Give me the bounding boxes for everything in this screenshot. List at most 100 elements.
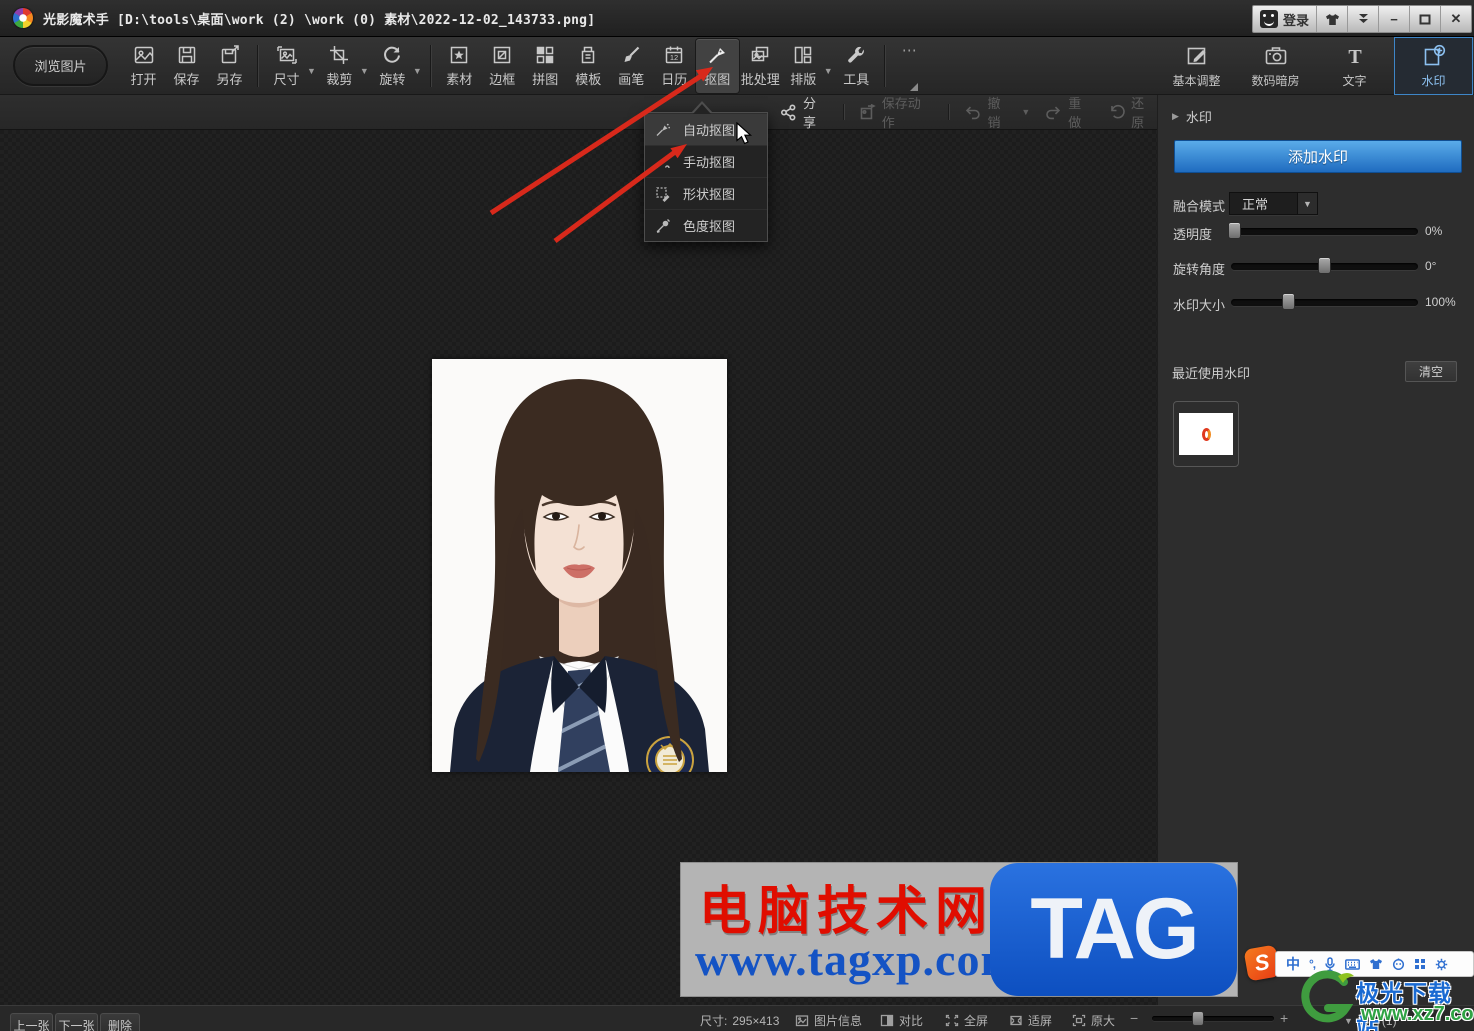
size-value: 100% [1425,295,1456,309]
toolbar-item-size[interactable]: 尺寸 [265,39,308,93]
opacity-slider[interactable] [1231,228,1418,235]
blend-mode-value: 正常 [1230,194,1297,213]
undo-button[interactable]: 撤销 ▼ [964,93,1031,131]
next-image-button[interactable]: 下一张 [55,1013,98,1031]
fullscreen-button[interactable]: 全屏 [945,1012,988,1029]
rotate-dropdown-caret[interactable]: ▼ [413,66,422,76]
watermark-icon [1421,43,1447,69]
close-button[interactable]: ✕ [1440,6,1471,32]
actionbar-separator [843,104,845,120]
photo-preview[interactable] [432,359,727,772]
more-ellipsis-icon: ⋯ [902,41,918,59]
toolbar-item-save-as[interactable]: 另存 [208,39,251,93]
blend-mode-label: 融合模式 [1173,196,1225,215]
blend-mode-select[interactable]: 正常 ▼ [1229,192,1318,215]
clear-recent-button[interactable]: 清空 [1405,361,1457,382]
minimize-button[interactable]: − [1378,6,1409,32]
size-slider-thumb[interactable] [1282,293,1295,310]
opacity-label: 透明度 [1173,224,1212,243]
undo-dropdown-caret[interactable]: ▼ [1021,107,1030,117]
add-watermark-button[interactable]: 添加水印 [1174,140,1462,173]
auto-cutout-icon [655,122,671,138]
frame-icon [490,43,514,67]
toolbar-item-open[interactable]: 打开 [122,39,165,93]
toolbar-separator [884,45,886,87]
toolbar-item-rotate[interactable]: 旋转 [371,39,414,93]
compare-button[interactable]: 对比 [880,1012,923,1029]
rotation-slider[interactable] [1231,263,1418,270]
actual-size-button[interactable]: 原大 [1072,1012,1115,1029]
toolbar-item-calendar[interactable]: 12 日历 [653,39,696,93]
skin-button[interactable] [1316,6,1347,32]
delete-image-button[interactable]: 删除 [100,1013,140,1031]
resize-icon [275,43,299,67]
crop-dropdown-caret[interactable]: ▼ [360,66,369,76]
browse-images-button[interactable]: 浏览图片 [13,45,108,86]
toolbar-item-crop[interactable]: 裁剪 [318,39,361,93]
menu-item-shape-cutout[interactable]: 形状抠图 [645,177,767,209]
layout-icon [791,43,815,67]
restore-button[interactable]: 还原 [1108,93,1157,131]
actionbar-separator [948,104,950,120]
chevron-down-icon[interactable]: ▼ [1297,193,1317,214]
toolbar-item-template[interactable]: 模板 [567,39,610,93]
maximize-button[interactable] [1409,6,1440,32]
menu-item-auto-cutout[interactable]: 自动抠图 [645,113,767,145]
toolbar-item-material[interactable]: 素材 [438,39,481,93]
opacity-slider-thumb[interactable] [1228,222,1241,239]
toolbar-item-brush[interactable]: 画笔 [610,39,653,93]
rotation-slider-thumb[interactable] [1318,257,1331,274]
menu-item-chroma-cutout[interactable]: 色度抠图 [645,209,767,241]
recent-watermark-item[interactable] [1173,401,1239,467]
grid-apps-icon[interactable] [1414,958,1426,970]
brush-icon [619,43,643,67]
toolbar-item-collage[interactable]: 拼图 [524,39,567,93]
crop-icon [327,43,351,67]
toolbar-more[interactable]: ⋯ [902,41,918,91]
chroma-cutout-icon [655,218,671,234]
cutout-pen-icon [705,43,729,67]
ime-punctuation-indicator[interactable]: °, [1309,957,1315,971]
shirt-icon [1325,13,1340,26]
blazer-badge [647,737,693,772]
zoom-slider[interactable] [1152,1016,1274,1021]
zoom-slider-thumb[interactable] [1192,1011,1204,1026]
tab-text[interactable]: T 文字 [1315,37,1394,95]
size-slider[interactable] [1231,299,1418,306]
prev-image-button[interactable]: 上一张 [10,1013,53,1031]
hide-to-tray-button[interactable] [1347,6,1378,32]
toolbar-item-save[interactable]: 保存 [165,39,208,93]
cutout-dropdown-menu: 自动抠图 手动抠图 形状抠图 色度抠图 [644,112,768,242]
double-chevron-down-icon [1357,13,1370,25]
xz7-g-swirl-icon [1298,970,1356,1028]
zoom-in-button[interactable]: + [1280,1010,1288,1026]
svg-text:T: T [1348,46,1362,68]
tab-digital-darkroom[interactable]: 数码暗房 [1236,37,1315,95]
robot-face-icon[interactable] [1392,958,1405,970]
tab-watermark[interactable]: 水印 [1394,37,1473,95]
share-button[interactable]: 分享 [780,93,829,131]
menu-item-manual-cutout[interactable]: 手动抠图 [645,145,767,177]
redo-icon [1044,104,1062,120]
toolbar-item-layout[interactable]: 排版 [782,39,825,93]
opacity-value: 0% [1425,224,1442,238]
tab-basic-adjust[interactable]: 基本调整 [1157,37,1236,95]
zoom-out-button[interactable]: − [1130,1010,1138,1026]
toolbar-item-frame[interactable]: 边框 [481,39,524,93]
size-dropdown-caret[interactable]: ▼ [307,66,316,76]
menu-notch [691,101,713,113]
login-button[interactable]: 登录 [1253,6,1316,32]
gear-icon[interactable] [1435,958,1448,971]
toolbar-item-batch[interactable]: 批处理 [739,39,782,93]
toolbar-item-tools[interactable]: 工具 [835,39,878,93]
save-action-button[interactable]: 保存动作 [859,93,934,131]
toolbar-item-cutout[interactable]: 抠图 [696,39,739,93]
keyboard-icon[interactable] [1345,959,1360,970]
skin-shirt-icon[interactable] [1369,958,1383,970]
save-as-icon [218,43,242,67]
redo-button[interactable]: 重做 [1044,93,1094,131]
basic-adjust-icon [1184,43,1210,69]
layout-dropdown-caret[interactable]: ▼ [824,66,833,76]
image-info-button[interactable]: 图片信息 [795,1012,862,1029]
fit-screen-button[interactable]: 适屏 [1009,1012,1052,1029]
